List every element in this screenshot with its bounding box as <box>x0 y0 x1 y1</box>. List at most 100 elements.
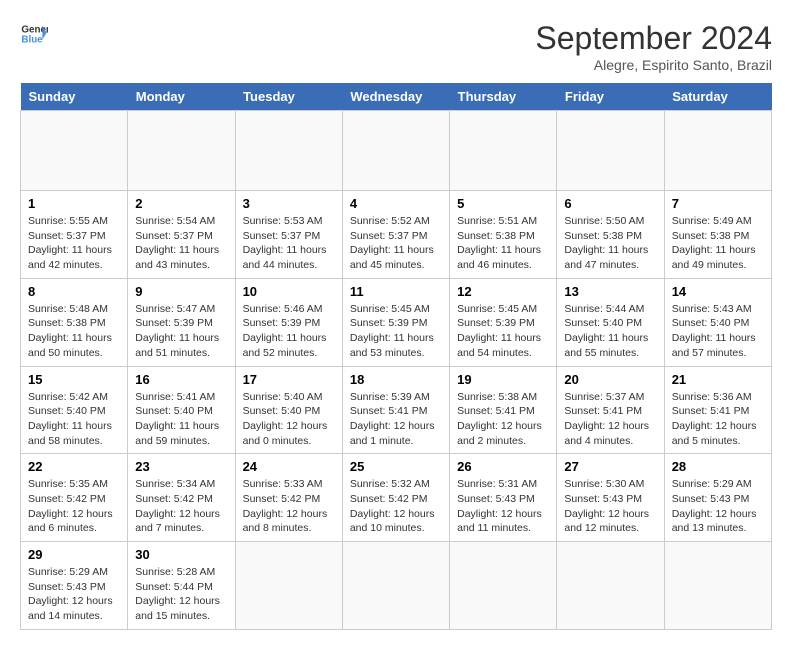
calendar-cell: 29Sunrise: 5:29 AM Sunset: 5:43 PM Dayli… <box>21 542 128 630</box>
day-info: Sunrise: 5:48 AM Sunset: 5:38 PM Dayligh… <box>28 302 120 361</box>
day-of-week-header: Friday <box>557 83 664 111</box>
page-header: General Blue September 2024 Alegre, Espi… <box>20 20 772 73</box>
day-number: 27 <box>564 459 656 474</box>
day-number: 5 <box>457 196 549 211</box>
day-info: Sunrise: 5:52 AM Sunset: 5:37 PM Dayligh… <box>350 214 442 273</box>
day-info: Sunrise: 5:32 AM Sunset: 5:42 PM Dayligh… <box>350 477 442 536</box>
day-of-week-header: Tuesday <box>235 83 342 111</box>
day-number: 28 <box>672 459 764 474</box>
calendar-cell: 5 Sunrise: 5:51 AM Sunset: 5:38 PM Daylig… <box>450 191 557 279</box>
calendar-cell: 23 Sunrise: 5:34 AM Sunset: 5:42 PM Dayli… <box>128 454 235 542</box>
day-info: Sunrise: 5:54 AM Sunset: 5:37 PM Dayligh… <box>135 214 227 273</box>
day-number: 10 <box>243 284 335 299</box>
location-subtitle: Alegre, Espirito Santo, Brazil <box>535 57 772 73</box>
day-number: 17 <box>243 372 335 387</box>
calendar-cell: 27 Sunrise: 5:30 AM Sunset: 5:43 PM Dayli… <box>557 454 664 542</box>
day-info: Sunrise: 5:46 AM Sunset: 5:39 PM Dayligh… <box>243 302 335 361</box>
calendar-header-row: SundayMondayTuesdayWednesdayThursdayFrid… <box>21 83 772 111</box>
day-info: Sunrise: 5:39 AM Sunset: 5:41 PM Dayligh… <box>350 390 442 449</box>
calendar-week-row: 22Sunrise: 5:35 AM Sunset: 5:42 PM Dayli… <box>21 454 772 542</box>
day-number: 22 <box>28 459 120 474</box>
calendar-cell: 7 Sunrise: 5:49 AM Sunset: 5:38 PM Daylig… <box>664 191 771 279</box>
month-title: September 2024 <box>535 20 772 57</box>
svg-text:Blue: Blue <box>21 34 43 45</box>
day-number: 15 <box>28 372 120 387</box>
calendar-cell: 22Sunrise: 5:35 AM Sunset: 5:42 PM Dayli… <box>21 454 128 542</box>
calendar-cell: 21 Sunrise: 5:36 AM Sunset: 5:41 PM Dayli… <box>664 366 771 454</box>
day-info: Sunrise: 5:55 AM Sunset: 5:37 PM Dayligh… <box>28 214 120 273</box>
day-number: 6 <box>564 196 656 211</box>
day-number: 30 <box>135 547 227 562</box>
calendar-cell <box>235 542 342 630</box>
day-number: 2 <box>135 196 227 211</box>
calendar-cell <box>342 542 449 630</box>
day-number: 23 <box>135 459 227 474</box>
day-number: 24 <box>243 459 335 474</box>
calendar-week-row: 29Sunrise: 5:29 AM Sunset: 5:43 PM Dayli… <box>21 542 772 630</box>
day-of-week-header: Thursday <box>450 83 557 111</box>
calendar-body: 1 Sunrise: 5:55 AM Sunset: 5:37 PM Daylig… <box>21 111 772 630</box>
calendar-cell: 17 Sunrise: 5:40 AM Sunset: 5:40 PM Dayli… <box>235 366 342 454</box>
day-number: 12 <box>457 284 549 299</box>
calendar-cell: 6 Sunrise: 5:50 AM Sunset: 5:38 PM Daylig… <box>557 191 664 279</box>
calendar-cell: 14Sunrise: 5:43 AM Sunset: 5:40 PM Dayli… <box>664 278 771 366</box>
day-info: Sunrise: 5:45 AM Sunset: 5:39 PM Dayligh… <box>457 302 549 361</box>
day-info: Sunrise: 5:42 AM Sunset: 5:40 PM Dayligh… <box>28 390 120 449</box>
day-info: Sunrise: 5:34 AM Sunset: 5:42 PM Dayligh… <box>135 477 227 536</box>
day-of-week-header: Monday <box>128 83 235 111</box>
calendar-cell: 30Sunrise: 5:28 AM Sunset: 5:44 PM Dayli… <box>128 542 235 630</box>
calendar-cell <box>557 542 664 630</box>
calendar-cell: 2 Sunrise: 5:54 AM Sunset: 5:37 PM Daylig… <box>128 191 235 279</box>
calendar-cell: 19 Sunrise: 5:38 AM Sunset: 5:41 PM Dayli… <box>450 366 557 454</box>
day-info: Sunrise: 5:51 AM Sunset: 5:38 PM Dayligh… <box>457 214 549 273</box>
calendar-cell: 15 Sunrise: 5:42 AM Sunset: 5:40 PM Dayli… <box>21 366 128 454</box>
day-info: Sunrise: 5:43 AM Sunset: 5:40 PM Dayligh… <box>672 302 764 361</box>
day-number: 1 <box>28 196 120 211</box>
calendar-week-row: 1 Sunrise: 5:55 AM Sunset: 5:37 PM Daylig… <box>21 191 772 279</box>
calendar-cell <box>557 111 664 191</box>
calendar-cell: 25 Sunrise: 5:32 AM Sunset: 5:42 PM Dayli… <box>342 454 449 542</box>
calendar-cell: 24Sunrise: 5:33 AM Sunset: 5:42 PM Dayli… <box>235 454 342 542</box>
day-number: 11 <box>350 284 442 299</box>
calendar-cell <box>128 111 235 191</box>
calendar-cell: 28Sunrise: 5:29 AM Sunset: 5:43 PM Dayli… <box>664 454 771 542</box>
day-of-week-header: Wednesday <box>342 83 449 111</box>
day-info: Sunrise: 5:31 AM Sunset: 5:43 PM Dayligh… <box>457 477 549 536</box>
day-info: Sunrise: 5:49 AM Sunset: 5:38 PM Dayligh… <box>672 214 764 273</box>
calendar-cell: 3 Sunrise: 5:53 AM Sunset: 5:37 PM Daylig… <box>235 191 342 279</box>
calendar-cell <box>450 542 557 630</box>
calendar-week-row: 8Sunrise: 5:48 AM Sunset: 5:38 PM Daylig… <box>21 278 772 366</box>
day-number: 19 <box>457 372 549 387</box>
day-of-week-header: Saturday <box>664 83 771 111</box>
day-info: Sunrise: 5:50 AM Sunset: 5:38 PM Dayligh… <box>564 214 656 273</box>
day-of-week-header: Sunday <box>21 83 128 111</box>
calendar-week-row: 15 Sunrise: 5:42 AM Sunset: 5:40 PM Dayli… <box>21 366 772 454</box>
logo-icon: General Blue <box>20 20 48 48</box>
day-number: 3 <box>243 196 335 211</box>
day-info: Sunrise: 5:38 AM Sunset: 5:41 PM Dayligh… <box>457 390 549 449</box>
day-info: Sunrise: 5:30 AM Sunset: 5:43 PM Dayligh… <box>564 477 656 536</box>
day-info: Sunrise: 5:41 AM Sunset: 5:40 PM Dayligh… <box>135 390 227 449</box>
calendar-table: SundayMondayTuesdayWednesdayThursdayFrid… <box>20 83 772 630</box>
day-info: Sunrise: 5:36 AM Sunset: 5:41 PM Dayligh… <box>672 390 764 449</box>
calendar-cell: 20 Sunrise: 5:37 AM Sunset: 5:41 PM Dayli… <box>557 366 664 454</box>
day-info: Sunrise: 5:37 AM Sunset: 5:41 PM Dayligh… <box>564 390 656 449</box>
calendar-cell: 12 Sunrise: 5:45 AM Sunset: 5:39 PM Dayli… <box>450 278 557 366</box>
calendar-cell: 26Sunrise: 5:31 AM Sunset: 5:43 PM Dayli… <box>450 454 557 542</box>
calendar-cell: 10 Sunrise: 5:46 AM Sunset: 5:39 PM Dayli… <box>235 278 342 366</box>
day-number: 21 <box>672 372 764 387</box>
calendar-cell <box>235 111 342 191</box>
calendar-cell <box>664 111 771 191</box>
day-number: 7 <box>672 196 764 211</box>
day-info: Sunrise: 5:40 AM Sunset: 5:40 PM Dayligh… <box>243 390 335 449</box>
calendar-cell: 18Sunrise: 5:39 AM Sunset: 5:41 PM Dayli… <box>342 366 449 454</box>
day-number: 20 <box>564 372 656 387</box>
day-number: 13 <box>564 284 656 299</box>
calendar-week-row <box>21 111 772 191</box>
calendar-cell: 1 Sunrise: 5:55 AM Sunset: 5:37 PM Daylig… <box>21 191 128 279</box>
calendar-cell <box>664 542 771 630</box>
day-number: 25 <box>350 459 442 474</box>
day-info: Sunrise: 5:44 AM Sunset: 5:40 PM Dayligh… <box>564 302 656 361</box>
day-info: Sunrise: 5:53 AM Sunset: 5:37 PM Dayligh… <box>243 214 335 273</box>
calendar-cell <box>21 111 128 191</box>
